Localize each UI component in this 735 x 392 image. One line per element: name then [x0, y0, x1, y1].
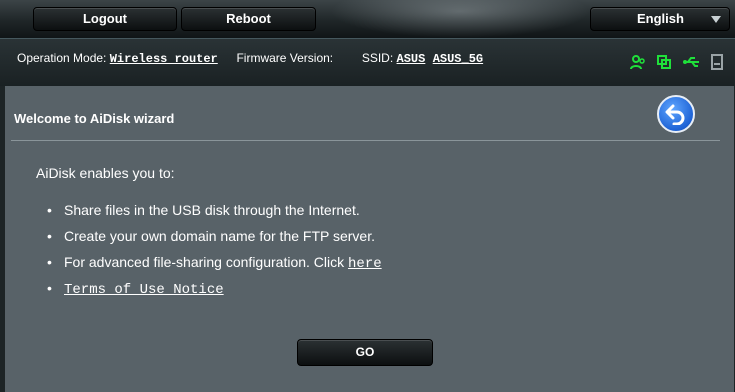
status-icons [624, 53, 725, 71]
feature-list: Share files in the USB disk through the … [45, 197, 382, 301]
list-item: Terms of Use Notice [45, 275, 382, 301]
list-item: Create your own domain name for the FTP … [45, 223, 382, 249]
list-item-text: Create your own domain name for the FTP … [64, 228, 375, 244]
divider [11, 140, 720, 141]
language-label: English [637, 11, 684, 26]
list-item: For advanced file-sharing configuration.… [45, 249, 382, 275]
operation-mode-label: Operation Mode: [17, 51, 107, 65]
operation-mode-link[interactable]: Wireless router [110, 52, 218, 66]
back-button[interactable] [657, 95, 695, 133]
panel-header: Welcome to AiDisk wizard [5, 86, 734, 141]
top-bar-highlight [330, 0, 590, 38]
firmware-version-label: Firmware Version: [236, 51, 334, 65]
terms-of-use-link[interactable]: Terms of Use Notice [64, 282, 224, 298]
ssid-link-2g[interactable]: ASUS [397, 52, 426, 66]
network-map-icon[interactable] [656, 54, 672, 70]
ssid-link-5g[interactable]: ASUS_5G [433, 52, 483, 66]
aidisk-wizard-panel: Welcome to AiDisk wizard AiDisk enables … [5, 86, 734, 392]
here-link[interactable]: here [348, 256, 382, 272]
status-bar: Operation Mode: Wireless router Firmware… [0, 38, 735, 86]
printer-icon[interactable] [709, 53, 725, 70]
list-item-text: Share files in the USB disk through the … [64, 202, 360, 218]
list-item: Share files in the USB disk through the … [45, 197, 382, 223]
usb-icon[interactable] [682, 54, 699, 70]
back-arrow-icon [665, 104, 685, 125]
ssid-label: SSID: [361, 51, 394, 65]
reboot-button[interactable]: Reboot [181, 7, 316, 31]
intro-text: AiDisk enables you to: [36, 165, 175, 181]
top-bar: Logout Reboot English [0, 0, 735, 38]
chevron-down-icon [711, 16, 721, 23]
language-select[interactable]: English [590, 7, 730, 31]
logout-button[interactable]: Logout [33, 7, 177, 31]
page-title: Welcome to AiDisk wizard [14, 111, 175, 126]
status-row: Operation Mode: Wireless router Firmware… [17, 51, 483, 66]
go-button[interactable]: GO [297, 339, 433, 366]
list-item-text: For advanced file-sharing configuration.… [64, 254, 345, 270]
clients-icon[interactable] [629, 54, 646, 70]
